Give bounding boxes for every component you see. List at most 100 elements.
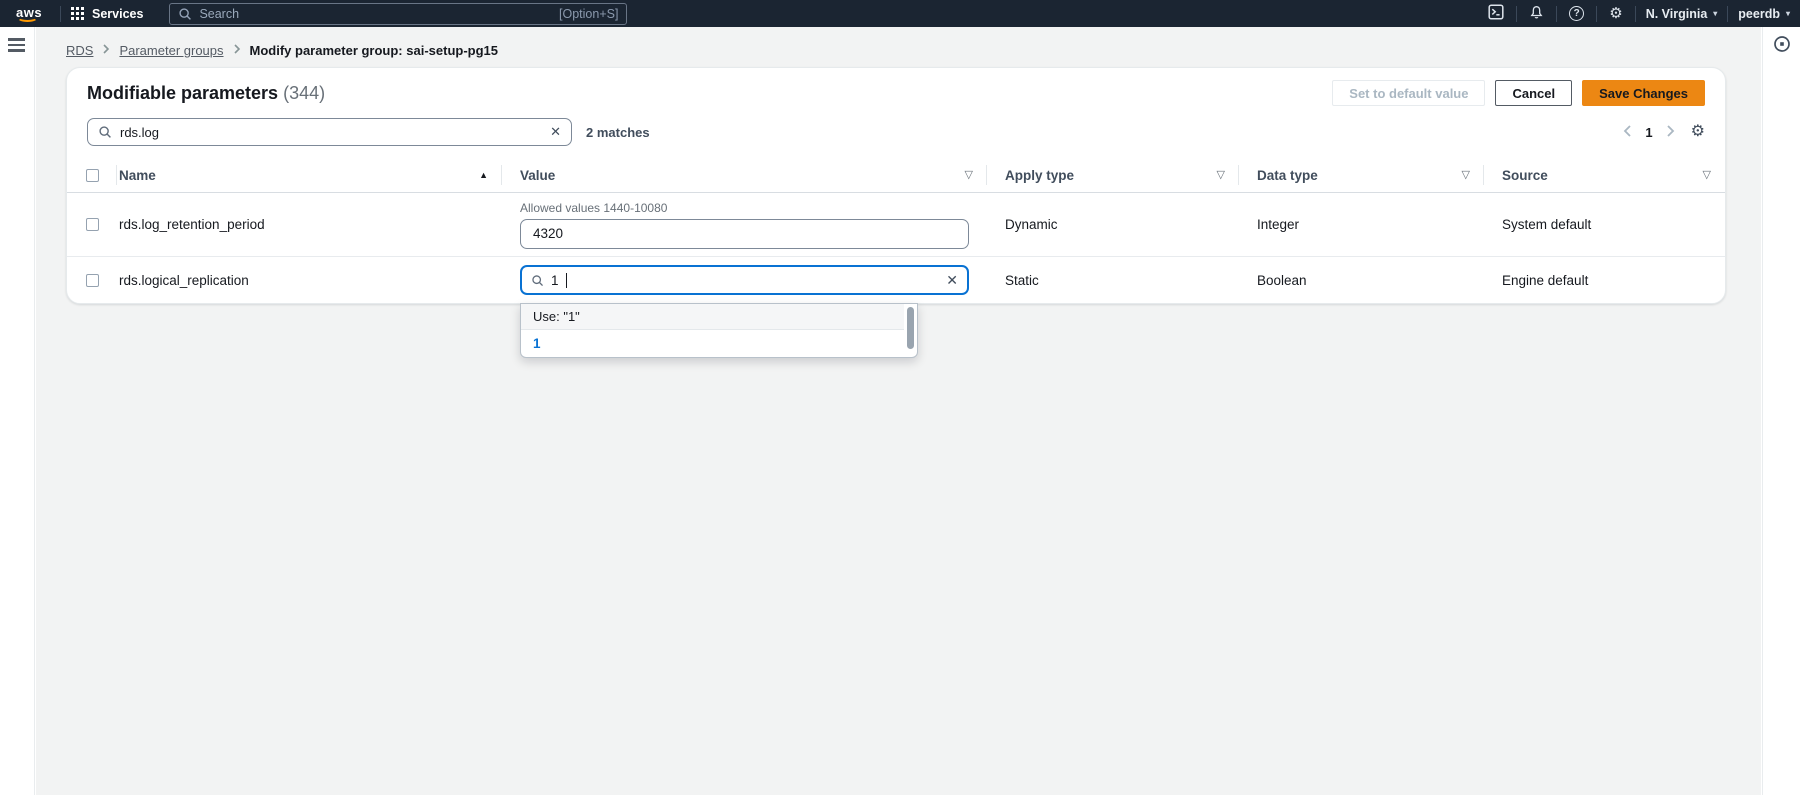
column-header-apply-type[interactable]: Apply type ▽ bbox=[987, 158, 1239, 192]
retention-period-value-input[interactable]: 4320 bbox=[520, 219, 969, 249]
account-menu[interactable]: peerdb ▾ bbox=[1738, 7, 1790, 21]
value-cell: Allowed values 1440-10080 4320 bbox=[502, 201, 987, 249]
parameter-filter-input[interactable]: rds.log ✕ bbox=[87, 118, 572, 146]
clear-combobox-button[interactable]: ✕ bbox=[946, 272, 958, 289]
column-header-data-type[interactable]: Data type ▽ bbox=[1239, 158, 1484, 192]
chevron-right-icon bbox=[1666, 124, 1675, 141]
table-preferences-button[interactable]: ⚙ bbox=[1691, 124, 1705, 140]
set-to-default-button[interactable]: Set to default value bbox=[1332, 80, 1485, 106]
search-shortcut-hint: [Option+S] bbox=[559, 7, 618, 21]
table-row: rds.log_retention_period Allowed values … bbox=[67, 193, 1725, 257]
services-label: Services bbox=[92, 7, 143, 21]
column-filter-icon[interactable]: ▽ bbox=[1217, 170, 1225, 181]
use-entered-value-option[interactable]: Use: "1" bbox=[521, 304, 904, 330]
aws-smile-icon bbox=[17, 13, 38, 22]
nav-separator bbox=[1556, 6, 1557, 22]
services-grid-icon bbox=[71, 7, 84, 20]
retention-period-value: 4320 bbox=[533, 226, 563, 241]
hamburger-icon bbox=[8, 38, 25, 41]
nav-separator bbox=[1516, 6, 1517, 22]
allowed-values-hint: Allowed values 1440-10080 bbox=[520, 201, 969, 215]
search-icon bbox=[531, 274, 544, 287]
column-filter-icon[interactable]: ▽ bbox=[965, 170, 973, 181]
table-row: rds.logical_replication 1 ✕ Use: "1" bbox=[67, 257, 1725, 303]
header-actions: Set to default value Cancel Save Changes bbox=[1332, 80, 1705, 106]
nav-separator bbox=[1727, 6, 1728, 22]
nav-divider bbox=[60, 6, 61, 22]
filter-query-text: rds.log bbox=[120, 125, 159, 140]
screen: aws Services Search [Option+S] bbox=[0, 0, 1800, 795]
row-checkbox[interactable] bbox=[86, 274, 99, 287]
clear-filter-button[interactable]: ✕ bbox=[550, 124, 561, 140]
main-content: RDS Parameter groups Modify parameter gr… bbox=[36, 27, 1761, 795]
value-cell: 1 ✕ Use: "1" 1 bbox=[502, 265, 987, 295]
breadcrumb-link-parameter-groups[interactable]: Parameter groups bbox=[119, 43, 223, 58]
cloudshell-button[interactable] bbox=[1486, 4, 1506, 23]
source-cell: System default bbox=[1484, 217, 1725, 232]
pagination: 1 bbox=[1623, 124, 1674, 141]
breadcrumb-current-page: Modify parameter group: sai-setup-pg15 bbox=[250, 43, 498, 58]
top-navigation-bar: aws Services Search [Option+S] bbox=[0, 0, 1800, 27]
row-select-cell bbox=[67, 218, 117, 231]
chevron-down-icon: ▾ bbox=[1786, 10, 1790, 18]
next-page-button[interactable] bbox=[1666, 124, 1675, 141]
dropdown-scrollbar-thumb[interactable] bbox=[907, 307, 914, 349]
table-utilities: 1 ⚙ bbox=[1623, 124, 1705, 141]
page-title: Modifiable parameters (344) bbox=[87, 83, 325, 104]
value-suggestions-dropdown: Use: "1" 1 bbox=[520, 303, 918, 358]
hamburger-menu-button[interactable] bbox=[8, 38, 25, 55]
apply-type-cell: Dynamic bbox=[987, 217, 1239, 232]
column-header-value[interactable]: Value ▽ bbox=[502, 158, 987, 192]
left-side-panel bbox=[0, 27, 35, 795]
gear-icon: ⚙ bbox=[1609, 6, 1622, 21]
nav-separator bbox=[1635, 6, 1636, 22]
cancel-button[interactable]: Cancel bbox=[1495, 80, 1572, 106]
sort-ascending-icon[interactable]: ▲ bbox=[479, 171, 488, 180]
row-checkbox[interactable] bbox=[86, 218, 99, 231]
logical-replication-value-combobox[interactable]: 1 ✕ bbox=[520, 265, 969, 295]
nav-separator bbox=[1596, 6, 1597, 22]
save-changes-button[interactable]: Save Changes bbox=[1582, 80, 1705, 106]
table-header: Name ▲ Value ▽ Apply type ▽ Data type ▽ … bbox=[67, 158, 1725, 193]
services-menu-button[interactable]: Services bbox=[71, 7, 143, 21]
column-filter-icon[interactable]: ▽ bbox=[1462, 170, 1470, 181]
previous-page-button[interactable] bbox=[1623, 124, 1632, 141]
region-label: N. Virginia bbox=[1646, 7, 1708, 21]
column-header-source[interactable]: Source ▽ bbox=[1484, 158, 1725, 192]
account-label: peerdb bbox=[1738, 7, 1780, 21]
breadcrumb: RDS Parameter groups Modify parameter gr… bbox=[36, 27, 1761, 58]
match-count: 2 matches bbox=[586, 125, 650, 140]
page-title-text: Modifiable parameters bbox=[87, 83, 278, 103]
breadcrumb-chevron-icon bbox=[102, 43, 110, 58]
current-page-number[interactable]: 1 bbox=[1645, 125, 1652, 140]
gear-icon: ⚙ bbox=[1691, 123, 1705, 140]
bell-icon bbox=[1529, 5, 1544, 23]
panel-header: Modifiable parameters (344) Set to defau… bbox=[67, 68, 1725, 114]
search-placeholder: Search bbox=[199, 7, 239, 21]
search-icon bbox=[98, 125, 112, 139]
apply-type-cell: Static bbox=[987, 273, 1239, 288]
source-cell: Engine default bbox=[1484, 273, 1725, 288]
global-search-input[interactable]: Search [Option+S] bbox=[169, 3, 627, 25]
breadcrumb-chevron-icon bbox=[233, 43, 241, 58]
parameter-name: rds.logical_replication bbox=[117, 273, 502, 288]
settings-button[interactable]: ⚙ bbox=[1607, 6, 1624, 21]
data-type-cell: Integer bbox=[1239, 217, 1484, 232]
column-header-name[interactable]: Name ▲ bbox=[117, 158, 502, 192]
suggested-value-option[interactable]: 1 bbox=[521, 330, 904, 357]
parameter-name: rds.log_retention_period bbox=[117, 217, 502, 232]
chevron-down-icon: ▾ bbox=[1713, 10, 1717, 18]
row-select-cell bbox=[67, 274, 117, 287]
select-all-checkbox[interactable] bbox=[86, 169, 99, 182]
column-filter-icon[interactable]: ▽ bbox=[1703, 170, 1711, 181]
aws-logo[interactable]: aws bbox=[16, 4, 42, 22]
side-panel-toggle-button[interactable] bbox=[1773, 35, 1791, 56]
chevron-left-icon bbox=[1623, 124, 1632, 141]
help-button[interactable]: ? bbox=[1567, 6, 1586, 21]
breadcrumb-link-rds[interactable]: RDS bbox=[66, 43, 93, 58]
notifications-button[interactable] bbox=[1527, 5, 1546, 23]
search-icon bbox=[178, 7, 192, 21]
region-selector[interactable]: N. Virginia ▾ bbox=[1646, 7, 1718, 21]
side-panel-toggle-icon bbox=[1773, 41, 1791, 56]
data-type-cell: Boolean bbox=[1239, 273, 1484, 288]
